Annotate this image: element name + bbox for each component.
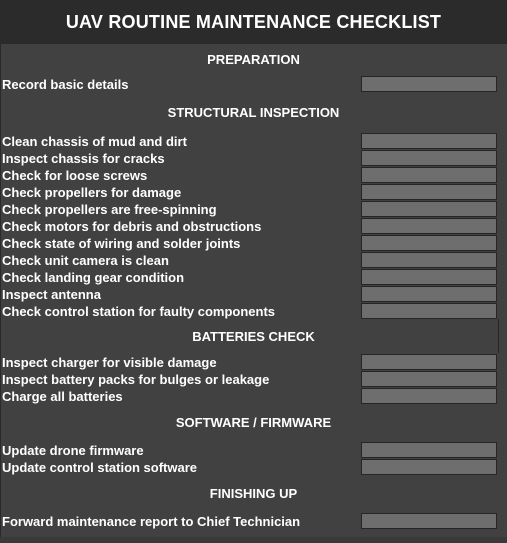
checklist-item-label: Check unit camera is clean: [2, 253, 169, 268]
checklist-item-input[interactable]: [361, 354, 497, 370]
checklist-item-label: Check for loose screws: [2, 168, 148, 183]
title-bar: UAV ROUTINE MAINTENANCE CHECKLIST: [0, 0, 507, 44]
section-header-structural-inspection: STRUCTURAL INSPECTION: [167, 105, 340, 120]
checklist-item-label: Check motors for debris and obstructions: [2, 219, 262, 234]
checklist-item-input[interactable]: [361, 252, 497, 268]
checklist-item-input[interactable]: [361, 184, 497, 200]
checklist-item-input[interactable]: [361, 303, 497, 319]
checklist-item-input[interactable]: [361, 201, 497, 217]
sheet-bottom-edge: [0, 537, 507, 543]
checklist-item-input[interactable]: [361, 76, 497, 92]
checklist-item-label: Clean chassis of mud and dirt: [2, 134, 187, 149]
checklist-item-input[interactable]: [361, 235, 497, 251]
checklist-item-input[interactable]: [361, 388, 497, 404]
checklist-item-label: Check control station for faulty compone…: [2, 304, 276, 319]
checklist-item-label: Charge all batteries: [2, 389, 123, 404]
checklist-item-input[interactable]: [361, 133, 497, 149]
checklist-item-label: Check state of wiring and solder joints: [2, 236, 241, 251]
checklist-item-label: Forward maintenance report to Chief Tech…: [2, 514, 301, 529]
checklist-item-label: Check propellers for damage: [2, 185, 182, 200]
checklist-item-label: Inspect battery packs for bulges or leak…: [2, 372, 270, 387]
checklist-item-label: Inspect charger for visible damage: [2, 355, 217, 370]
checklist-title: UAV ROUTINE MAINTENANCE CHECKLIST: [65, 11, 442, 32]
section-header-batteries-check: BATTERIES CHECK: [192, 329, 315, 344]
checklist-item-input[interactable]: [361, 150, 497, 166]
checklist-item-label: Check landing gear condition: [2, 270, 185, 285]
checklist-item-input[interactable]: [361, 167, 497, 183]
checklist-item-input[interactable]: [361, 513, 497, 529]
checklist-item-input[interactable]: [361, 442, 497, 458]
checklist-item-label: Inspect antenna: [2, 287, 101, 302]
checklist-item-label: Record basic details: [2, 77, 129, 92]
checklist-item-input[interactable]: [361, 459, 497, 475]
section-header-finishing-up: FINISHING UP: [209, 486, 298, 501]
checklist-item-label: Check propellers are free-spinning: [2, 202, 217, 217]
checklist-item-label: Update control station software: [2, 460, 198, 475]
checklist-item-input[interactable]: [361, 371, 497, 387]
checklist-item-input[interactable]: [361, 218, 497, 234]
checklist-item-input[interactable]: [361, 286, 497, 302]
checklist-item-input[interactable]: [361, 269, 497, 285]
checklist-item-label: Update drone firmware: [2, 443, 144, 458]
section-header-preparation: PREPARATION: [207, 52, 300, 67]
section-header-software-firmware: SOFTWARE / FIRMWARE: [175, 415, 332, 430]
checklist-item-label: Inspect chassis for cracks: [2, 151, 165, 166]
